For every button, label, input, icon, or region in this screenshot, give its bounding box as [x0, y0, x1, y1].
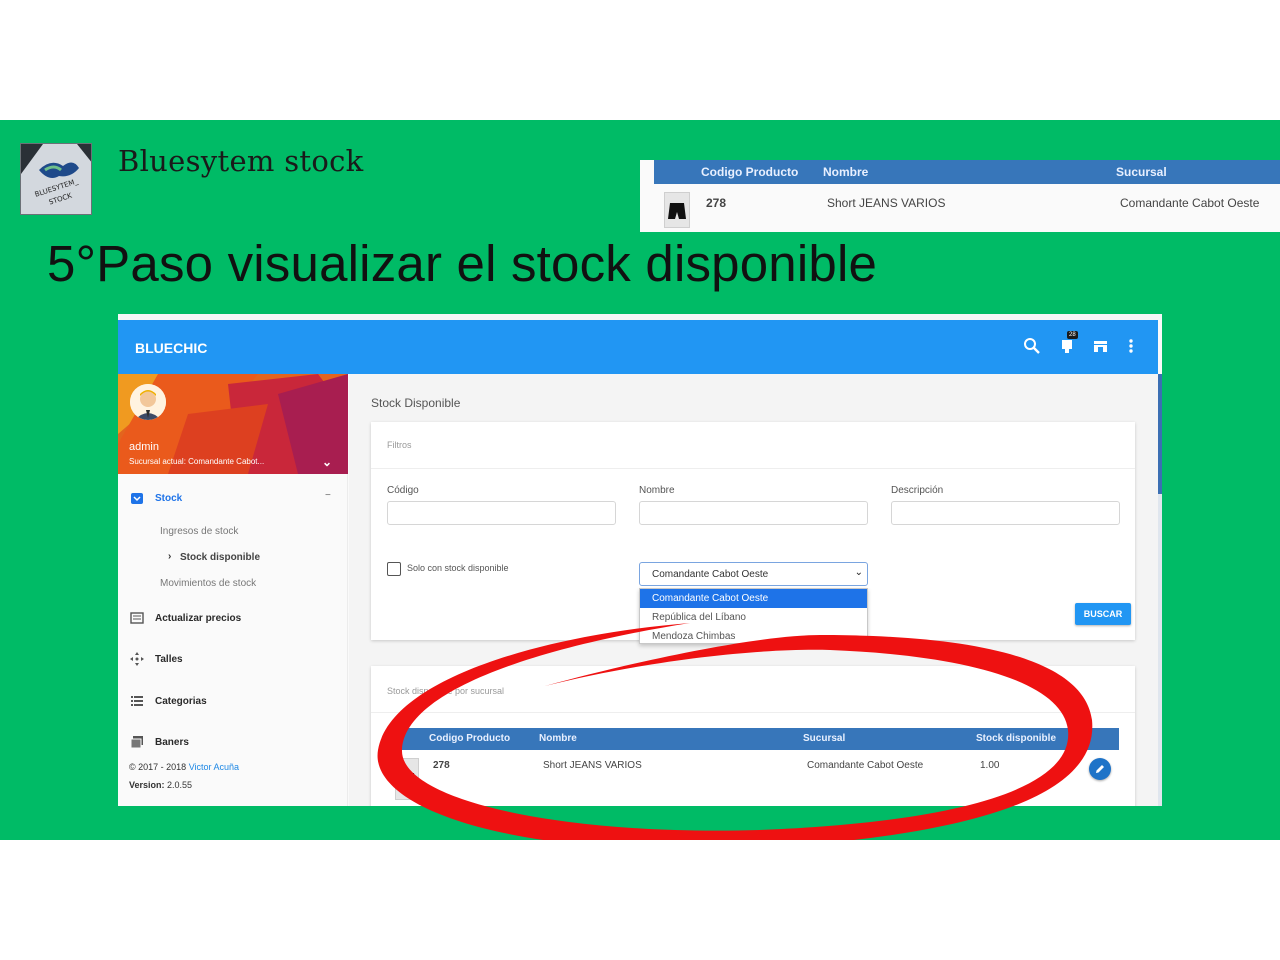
stock-only-checkbox[interactable] [387, 562, 401, 576]
search-button[interactable]: BUSCAR [1075, 603, 1131, 625]
store-icon[interactable] [1088, 334, 1112, 358]
chevron-down-icon: ⌄ [854, 567, 863, 578]
zoom-header-code: Codigo Producto [701, 165, 799, 179]
cell-sucursal: Comandante Cabot Oeste [807, 760, 924, 771]
results-title: Stock disponible por sucursal [387, 686, 505, 696]
header-stock[interactable]: Stock disponible [976, 733, 1056, 744]
move-icon [129, 651, 145, 667]
collapse-icon[interactable]: − [325, 490, 331, 501]
codigo-input[interactable] [387, 501, 616, 525]
zoom-header-name: Nombre [823, 165, 869, 179]
codigo-label: Código [387, 485, 419, 496]
results-table-header: Codigo Producto Nombre Sucursal Stock di… [387, 728, 1119, 750]
footer-copyright: © 2017 - 2018 Victor Acuña [129, 762, 239, 772]
list-icon [129, 693, 145, 709]
stock-icon [129, 490, 145, 506]
app-window: BLUECHIC 28 admin Sucursal actual: Coman… [118, 314, 1162, 806]
slide: BLUESYTEM_ STOCK Bluesytem stock 5°Paso … [0, 0, 1280, 960]
zoom-header-branch: Sucursal [1116, 165, 1167, 179]
branch-option[interactable]: República del Líbano [640, 608, 867, 627]
sidebar-item-stock-disponible[interactable]: Stock disponible [180, 552, 260, 563]
green-banner: BLUESYTEM_ STOCK Bluesytem stock 5°Paso … [0, 120, 1280, 840]
zoom-cell-name: Short JEANS VARIOS [827, 196, 946, 210]
main-content: Stock Disponible Filtros Código Nombre D… [349, 374, 1158, 806]
avatar [130, 384, 166, 420]
branch-select-value: Comandante Cabot Oeste [652, 569, 769, 580]
app-title: BLUECHIC [135, 340, 208, 356]
results-card: Stock disponible por sucursal Codigo Pro… [371, 666, 1135, 806]
scrollbar-thumb[interactable] [1158, 374, 1162, 494]
descripcion-label: Descripción [891, 485, 944, 496]
zoom-table-header: Codigo Producto Nombre Sucursal [654, 160, 1280, 184]
sidebar-item-categorias[interactable]: Categorias [129, 691, 207, 711]
sidebar-item-ingresos[interactable]: Ingresos de stock [160, 526, 238, 537]
footer-version-value: 2.0.55 [164, 780, 193, 790]
cell-stock: 1.00 [980, 760, 1000, 771]
chevron-right-icon: › [168, 551, 172, 562]
nombre-input[interactable] [639, 501, 868, 525]
notification-icon[interactable]: 28 [1055, 331, 1079, 358]
zoomed-table-strip: Codigo Producto Nombre Sucursal 278 Shor… [640, 160, 1280, 232]
cell-codigo: 278 [433, 760, 450, 771]
divider [371, 468, 1135, 469]
footer-version-label: Version: [129, 780, 165, 790]
sidebar-item-stock[interactable]: Stock [129, 488, 182, 508]
sidebar: admin Sucursal actual: Comandante Cabot.… [118, 374, 348, 806]
branch-options: Comandante Cabot Oeste República del Líb… [639, 588, 868, 644]
header-codigo[interactable]: Codigo Producto [429, 733, 510, 744]
pencil-icon [1096, 765, 1104, 773]
zoom-cell-branch: Comandante Cabot Oeste [1120, 196, 1260, 210]
product-thumbnail [664, 192, 690, 228]
branch-option[interactable]: Mendoza Chimbas [640, 627, 867, 643]
cell-nombre: Short JEANS VARIOS [543, 760, 642, 771]
sidebar-item-precios[interactable]: Actualizar precios [129, 608, 241, 628]
app-bar: BLUECHIC 28 [118, 320, 1158, 374]
bluesystem-logo: BLUESYTEM_ STOCK [20, 143, 92, 215]
page-title: Stock Disponible [371, 396, 461, 410]
sidebar-item-movimientos[interactable]: Movimientos de stock [160, 578, 256, 589]
price-list-icon [129, 610, 145, 626]
zoom-cell-code: 278 [706, 196, 727, 210]
header-sucursal[interactable]: Sucursal [803, 733, 845, 744]
edit-button[interactable] [1089, 758, 1111, 780]
sidebar-item-baners[interactable]: Baners [129, 732, 189, 752]
product-thumbnail [395, 758, 419, 800]
profile-header: admin Sucursal actual: Comandante Cabot.… [118, 374, 348, 474]
brand-name: Bluesytem stock [118, 144, 364, 178]
footer-author-link[interactable]: Victor Acuña [189, 762, 239, 772]
header-nombre[interactable]: Nombre [539, 733, 577, 744]
notification-badge: 28 [1067, 331, 1078, 339]
sidebar-item-categorias-label: Categorias [155, 695, 207, 707]
sidebar-item-baners-label: Baners [155, 736, 189, 748]
profile-dropdown-icon[interactable]: ⌄ [322, 455, 332, 469]
nombre-label: Nombre [639, 485, 675, 496]
stock-only-label: Solo con stock disponible [407, 563, 509, 573]
search-icon[interactable] [1020, 334, 1044, 358]
descripcion-input[interactable] [891, 501, 1120, 525]
branch-select[interactable]: Comandante Cabot Oeste ⌄ [639, 562, 868, 586]
scrollbar[interactable] [1158, 374, 1162, 806]
profile-username: admin [129, 441, 159, 453]
sidebar-item-talles-label: Talles [155, 653, 183, 665]
more-vert-icon[interactable] [1119, 334, 1143, 358]
profile-branch: Sucursal actual: Comandante Cabot... [129, 457, 265, 466]
slide-headline: 5°Paso visualizar el stock disponible [47, 235, 878, 292]
branch-option[interactable]: Comandante Cabot Oeste [640, 589, 867, 608]
filters-title: Filtros [387, 440, 412, 450]
footer-version: Version: 2.0.55 [129, 780, 192, 790]
sidebar-item-talles[interactable]: Talles [129, 649, 183, 669]
divider [371, 712, 1135, 713]
sidebar-item-stock-label: Stock [155, 492, 183, 504]
filters-card: Filtros Código Nombre Descripción Solo c… [371, 422, 1135, 644]
sidebar-item-precios-label: Actualizar precios [155, 612, 242, 624]
images-icon [129, 734, 145, 750]
footer-copyright-text: © 2017 - 2018 [129, 762, 189, 772]
